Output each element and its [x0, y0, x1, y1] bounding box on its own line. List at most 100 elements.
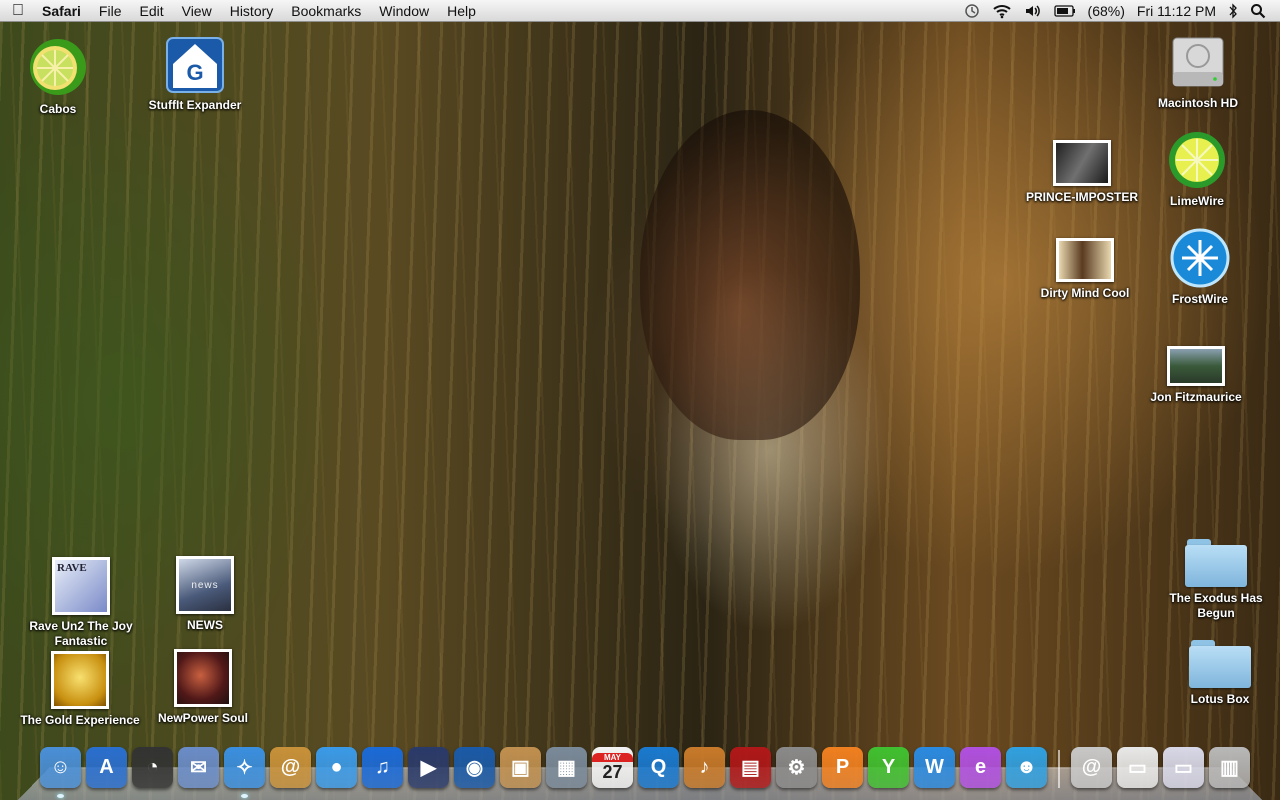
battery-icon[interactable] — [1053, 4, 1076, 17]
news-thumb-text: news — [191, 579, 219, 591]
jon-fitzmaurice-thumb — [1167, 346, 1225, 386]
desktop-icon-gold-experience[interactable]: The Gold Experience — [10, 651, 150, 728]
menu-edit[interactable]: Edit — [130, 3, 172, 19]
menu-file[interactable]: File — [90, 3, 131, 19]
wallpaper-figure-head — [640, 110, 860, 440]
e-app-icon[interactable]: e — [960, 747, 1001, 788]
preview-icon[interactable]: ▣ — [500, 747, 541, 788]
menu-view[interactable]: View — [173, 3, 221, 19]
desktop-icon-news[interactable]: news NEWS — [135, 556, 275, 633]
menu-history[interactable]: History — [221, 3, 283, 19]
p-app-icon[interactable]: P — [822, 747, 863, 788]
wifi-icon[interactable] — [992, 3, 1012, 19]
menu-bar:  Safari File Edit View History Bookmark… — [0, 0, 1280, 22]
dock-separator — [1058, 750, 1060, 788]
menu-help[interactable]: Help — [438, 3, 485, 19]
messenger-glyph: ☻ — [1015, 756, 1038, 778]
rave-album-thumb: RAVE — [52, 557, 110, 615]
address-book-icon[interactable]: @ — [270, 747, 311, 788]
safari-icon[interactable]: ✧ — [224, 747, 265, 798]
lotus-box-label: Lotus Box — [1190, 692, 1250, 706]
app-store-glyph: A — [99, 756, 114, 778]
finder-icon[interactable]: ☺ — [40, 747, 81, 798]
gold-experience-label: The Gold Experience — [20, 713, 140, 727]
exodus-folder-label: The Exodus Has Begun — [1169, 591, 1263, 620]
quicktime-icon[interactable]: Q — [638, 747, 679, 788]
dashboard-icon[interactable]: ◔ — [132, 747, 173, 788]
downloads-stack-icon[interactable]: @ — [1071, 747, 1112, 788]
menu-window[interactable]: Window — [370, 3, 438, 19]
desktop-icon-exodus-folder[interactable]: The Exodus Has Begun — [1146, 539, 1280, 621]
running-indicator — [241, 794, 248, 798]
menu-bookmarks[interactable]: Bookmarks — [282, 3, 370, 19]
news-label: NEWS — [187, 618, 223, 632]
garageband-glyph: ♪ — [699, 756, 710, 778]
time-machine-icon[interactable] — [964, 3, 980, 19]
jon-fitzmaurice-label: Jon Fitzmaurice — [1150, 390, 1242, 404]
mail-icon[interactable]: ✉ — [178, 747, 219, 788]
desktop-icon-lotus-box[interactable]: Lotus Box — [1150, 640, 1280, 707]
finder-glyph: ☺ — [50, 756, 71, 778]
ical-day: 27 — [602, 761, 623, 782]
newpower-soul-label: NewPower Soul — [157, 711, 249, 725]
ical-month: MAY — [592, 752, 633, 762]
photo-booth-glyph: ▤ — [741, 757, 760, 779]
screenshot-stack-icon[interactable]: ▭ — [1163, 747, 1204, 788]
spotlight-search-icon[interactable] — [1250, 3, 1266, 19]
news-album-thumb: news — [176, 556, 234, 614]
apple-icon[interactable]:  — [0, 2, 36, 20]
system-preferences-glyph: ⚙ — [787, 757, 806, 779]
macintosh-hd-label: Macintosh HD — [1157, 96, 1238, 110]
safari-glyph: ✧ — [236, 757, 253, 779]
documents-stack-icon[interactable]: ▭ — [1117, 747, 1158, 788]
newpower-soul-thumb — [174, 649, 232, 707]
folder-icon — [1185, 539, 1247, 587]
ichat-glyph: ● — [330, 756, 343, 778]
itunes-icon[interactable]: ♫ — [362, 747, 403, 788]
iphoto-icon[interactable]: ▦ — [546, 747, 587, 788]
address-book-glyph: @ — [280, 756, 301, 778]
desktop-icon-cabos[interactable]: Cabos — [0, 36, 128, 117]
limewire-label: LimeWire — [1170, 194, 1224, 208]
desktop-icon-stuffit[interactable]: G StuffIt Expander — [125, 36, 265, 113]
trash-glyph: ▥ — [1220, 757, 1239, 779]
folder-icon — [1189, 640, 1251, 688]
downloads-stack-glyph: @ — [1081, 756, 1102, 778]
w-app-glyph: W — [925, 756, 944, 778]
menu-app-name[interactable]: Safari — [36, 3, 90, 19]
y-app-icon[interactable]: Y — [868, 747, 909, 788]
bluetooth-icon[interactable] — [1228, 2, 1238, 19]
trash-icon[interactable]: ▥ — [1209, 747, 1250, 788]
desktop-icon-rave[interactable]: RAVE Rave Un2 The Joy Fantastic — [11, 557, 151, 649]
system-preferences-icon[interactable]: ⚙ — [776, 747, 817, 788]
desktop-icon-macintosh-hd[interactable]: Macintosh HD — [1128, 32, 1268, 111]
screenshot-stack-glyph: ▭ — [1174, 757, 1193, 779]
desktop-icon-limewire[interactable]: LimeWire — [1127, 130, 1267, 209]
battery-percent[interactable]: (68%) — [1088, 3, 1125, 19]
ichat-icon[interactable]: ● — [316, 747, 357, 788]
clock[interactable]: Fri 11:12 PM — [1137, 3, 1216, 19]
rave-thumb-text: RAVE — [57, 562, 87, 574]
quicktime-glyph: Q — [650, 756, 667, 778]
imovie-icon[interactable]: ▶ — [408, 747, 449, 788]
volume-icon[interactable] — [1024, 3, 1042, 19]
desktop-icon-jon-fitzmaurice[interactable]: Jon Fitzmaurice — [1126, 346, 1266, 405]
dirty-mind-cool-thumb — [1056, 238, 1114, 282]
garageband-icon[interactable]: ♪ — [684, 747, 725, 788]
iphoto-glyph: ▦ — [557, 757, 576, 779]
dock: ☺ A ◔ ✉ ✧ @ ● ♫ ▶ ◉ ▣ ▦ MAY 27 Q ♪ ▤ ⚙ P Y We ☻ @ ▭ ▭ ▥ — [40, 740, 1250, 798]
messenger-icon[interactable]: ☻ — [1006, 747, 1047, 788]
stuffit-label: StuffIt Expander — [148, 98, 242, 112]
photo-booth-icon[interactable]: ▤ — [730, 747, 771, 788]
ical-icon[interactable]: MAY 27 — [592, 747, 633, 788]
rave-label: Rave Un2 The Joy Fantastic — [29, 619, 133, 648]
w-app-icon[interactable]: W — [914, 747, 955, 788]
app-store-icon[interactable]: A — [86, 747, 127, 788]
y-app-glyph: Y — [881, 756, 896, 778]
mail-glyph: ✉ — [190, 757, 207, 779]
prince-imposter-label: PRINCE-IMPOSTER — [1025, 190, 1138, 204]
idvd-icon[interactable]: ◉ — [454, 747, 495, 788]
desktop-icon-newpower-soul[interactable]: NewPower Soul — [133, 649, 273, 726]
p-app-glyph: P — [835, 756, 850, 778]
desktop-icon-frostwire[interactable]: FrostWire — [1130, 228, 1270, 307]
